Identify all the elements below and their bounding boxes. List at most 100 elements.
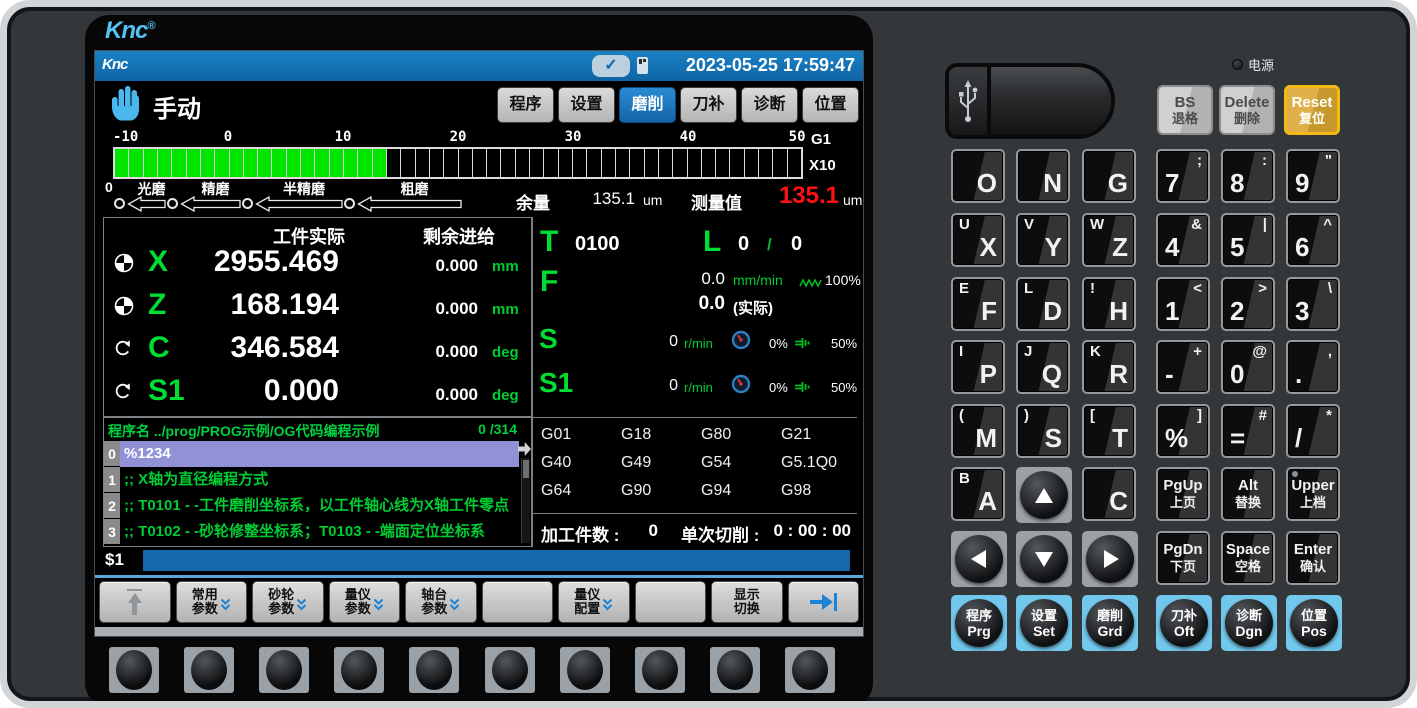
key-n[interactable]: N [1016, 149, 1070, 203]
key-f[interactable]: EF [951, 277, 1005, 331]
key-arrow-up[interactable] [1016, 467, 1072, 523]
key-enter[interactable]: Enter确认 [1286, 531, 1340, 585]
key-sub-label: K [1090, 343, 1101, 360]
key-t[interactable]: [T [1082, 404, 1136, 458]
key-%[interactable]: ]% [1156, 404, 1210, 458]
key-sub-label: J [1024, 343, 1032, 360]
key-sub-label: ; [1197, 152, 1202, 169]
key-y[interactable]: VY [1016, 213, 1070, 267]
key-sub-label: \ [1328, 280, 1332, 297]
key-bs[interactable]: BS退格 [1157, 85, 1213, 135]
key-x[interactable]: UX [951, 213, 1005, 267]
key-3[interactable]: \3 [1286, 277, 1340, 331]
key-sub-label: I [959, 343, 963, 360]
key-sub-label: [ [1090, 407, 1095, 424]
key-main-label: 4 [1165, 232, 1179, 263]
usb-port[interactable] [945, 63, 1115, 139]
key-main-label: 5 [1230, 232, 1244, 263]
key-sub-label: + [1193, 343, 1202, 360]
key-space[interactable]: Space空格 [1221, 531, 1275, 585]
key-sub-label: @ [1252, 343, 1267, 360]
key-r[interactable]: KR [1082, 340, 1136, 394]
round-key [1020, 471, 1068, 519]
key-h[interactable]: !H [1082, 277, 1136, 331]
key-main-label: Q [1042, 359, 1062, 390]
key-0[interactable]: @0 [1221, 340, 1275, 394]
round-key [1086, 535, 1134, 583]
key-/[interactable]: */ [1286, 404, 1340, 458]
round-key: 刀补Oft [1160, 599, 1208, 647]
key-pgup[interactable]: PgUp上页 [1156, 467, 1210, 521]
usb-icon [949, 67, 991, 135]
round-key: 磨削Grd [1086, 599, 1134, 647]
key-main-label: C [1109, 486, 1128, 517]
fnkey-pos[interactable]: 位置Pos [1286, 595, 1342, 651]
key-p[interactable]: IP [951, 340, 1005, 394]
fnkey-dgn[interactable]: 诊断Dgn [1221, 595, 1277, 651]
key-main-label: P [980, 359, 997, 390]
fnkey-set[interactable]: 设置Set [1016, 595, 1072, 651]
key-.[interactable]: ,. [1286, 340, 1340, 394]
key-arrow-left[interactable] [951, 531, 1007, 587]
key-g[interactable]: G [1082, 149, 1136, 203]
key-z[interactable]: WZ [1082, 213, 1136, 267]
key-reset[interactable]: Reset复位 [1284, 85, 1340, 135]
key-main-label: = [1230, 423, 1245, 454]
key-sub-label: : [1262, 152, 1267, 169]
fnkey-oft[interactable]: 刀补Oft [1156, 595, 1212, 651]
key-q[interactable]: JQ [1016, 340, 1070, 394]
power-indicator: 电源 [1232, 55, 1274, 74]
key-7[interactable]: ;7 [1156, 149, 1210, 203]
key-5[interactable]: |5 [1221, 213, 1275, 267]
key-=[interactable]: #= [1221, 404, 1275, 458]
key-o[interactable]: O [951, 149, 1005, 203]
key-main-label: 8 [1230, 168, 1244, 199]
arrow-up-icon [1035, 488, 1053, 503]
key-arrow-right[interactable] [1082, 531, 1138, 587]
key-sub-label: V [1024, 216, 1034, 233]
key-sub-label: W [1090, 216, 1104, 233]
power-label: 电源 [1248, 55, 1274, 74]
key-2[interactable]: >2 [1221, 277, 1275, 331]
key-sub-label: ) [1024, 407, 1029, 424]
key-main-label: / [1295, 423, 1302, 454]
key-main-label: D [1043, 296, 1062, 327]
key-main-label: T [1112, 423, 1128, 454]
key-delete[interactable]: Delete删除 [1219, 85, 1275, 135]
key-m[interactable]: (M [951, 404, 1005, 458]
key-9[interactable]: "9 [1286, 149, 1340, 203]
key-a[interactable]: BA [951, 467, 1005, 521]
key-sub-label: " [1325, 152, 1332, 169]
key-upper[interactable]: Upper上档 [1286, 467, 1340, 521]
fnkey-prg[interactable]: 程序Prg [951, 595, 1007, 651]
key-main-label: F [981, 296, 997, 327]
key-s[interactable]: )S [1016, 404, 1070, 458]
key-led-indicator [1292, 471, 1298, 477]
arrow-left-icon [971, 550, 986, 568]
keyboard-area: 电源 BS退格Delete删除Reset复位 ONG;7:8"9UXVYWZ&4… [7, 7, 1410, 701]
key-1[interactable]: <1 [1156, 277, 1210, 331]
key--[interactable]: +- [1156, 340, 1210, 394]
key-6[interactable]: ^6 [1286, 213, 1340, 267]
cnc-control-panel: Knc® Knc ✓ 2023-05-25 17:59:47 [0, 0, 1417, 708]
key-8[interactable]: :8 [1221, 149, 1275, 203]
key-c[interactable]: C [1082, 467, 1136, 521]
key-sub-label: ! [1090, 280, 1095, 297]
key-main-label: - [1165, 359, 1174, 390]
key-d[interactable]: LD [1016, 277, 1070, 331]
key-sub-label: , [1328, 343, 1332, 360]
key-sub-label: | [1263, 216, 1267, 233]
key-4[interactable]: &4 [1156, 213, 1210, 267]
key-main-label: 9 [1295, 168, 1309, 199]
key-main-label: 2 [1230, 296, 1244, 327]
key-alt[interactable]: Alt替换 [1221, 467, 1275, 521]
key-main-label: % [1165, 423, 1188, 454]
arrow-down-icon [1035, 552, 1053, 567]
key-main-label: Y [1045, 232, 1062, 263]
fnkey-grd[interactable]: 磨削Grd [1082, 595, 1138, 651]
arrow-right-icon [1104, 550, 1119, 568]
key-pgdn[interactable]: PgDn下页 [1156, 531, 1210, 585]
round-key: 位置Pos [1290, 599, 1338, 647]
key-main-label: 0 [1230, 359, 1244, 390]
key-arrow-down[interactable] [1016, 531, 1072, 587]
